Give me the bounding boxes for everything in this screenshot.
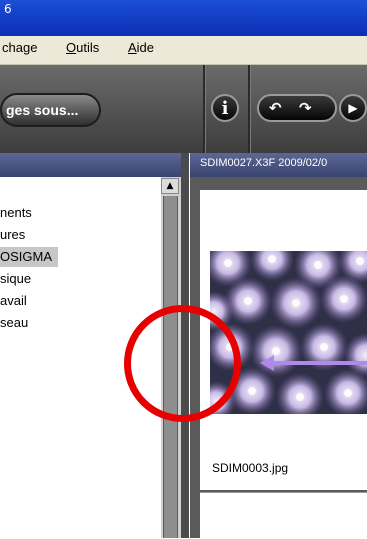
panel-splitter[interactable] [181, 153, 189, 538]
image-panel-header: SDIM0027.X3F 2009/02/0 [190, 153, 367, 177]
menu-bar: chage Outils Aide [0, 36, 367, 65]
flower-photo [210, 251, 367, 414]
play-button[interactable]: ▶ [339, 94, 367, 122]
menu-outils-mnemonic: O [66, 40, 77, 55]
info-icon: i [221, 97, 229, 119]
toolbar-separator [248, 65, 251, 153]
thumbnail-filename: SDIM0003.jpg [212, 461, 289, 475]
tree-item[interactable]: seau [0, 313, 28, 333]
folder-panel-header [0, 153, 181, 177]
tree-item[interactable]: nents [0, 203, 32, 223]
tree-item-selected[interactable]: OSIGMA [0, 247, 59, 267]
window-title: 6 [4, 2, 12, 16]
scroll-up-arrow-icon[interactable]: ▲ [161, 178, 179, 194]
scroll-thumb[interactable] [163, 196, 178, 538]
menu-aide-mnemonic: A [128, 40, 137, 55]
menu-outils-label: utils [76, 40, 100, 55]
image-panel-header-text: SDIM0027.X3F 2009/02/0 [200, 157, 328, 169]
menu-affichage-label: chage [2, 40, 38, 55]
save-images-as-label: ges sous... [6, 102, 79, 118]
flower-thumbnail-image[interactable] [210, 251, 367, 414]
menu-aide-label: ide [136, 40, 155, 55]
window-title-bar: 6 [0, 0, 367, 36]
menu-outils[interactable]: Outils [66, 40, 99, 55]
save-images-as-button[interactable]: ges sous... [0, 93, 101, 127]
tree-item[interactable]: sique [0, 269, 31, 289]
menu-affichage[interactable]: chage [2, 40, 37, 55]
rotate-left-icon[interactable]: ↶ [269, 99, 282, 117]
thumbnail-card[interactable] [200, 492, 367, 539]
rotate-button-group: ↶ ↷ [257, 94, 337, 122]
rotate-right-icon[interactable]: ↷ [299, 99, 312, 117]
menu-aide[interactable]: Aide [128, 40, 154, 55]
info-button[interactable]: i [211, 94, 239, 122]
tree-item[interactable]: ures [0, 225, 25, 245]
play-icon: ▶ [348, 101, 358, 115]
folder-tree: nents ures OSIGMA sique avail seau [0, 177, 161, 538]
tree-item[interactable]: avail [0, 291, 27, 311]
toolbar-separator [203, 65, 206, 153]
